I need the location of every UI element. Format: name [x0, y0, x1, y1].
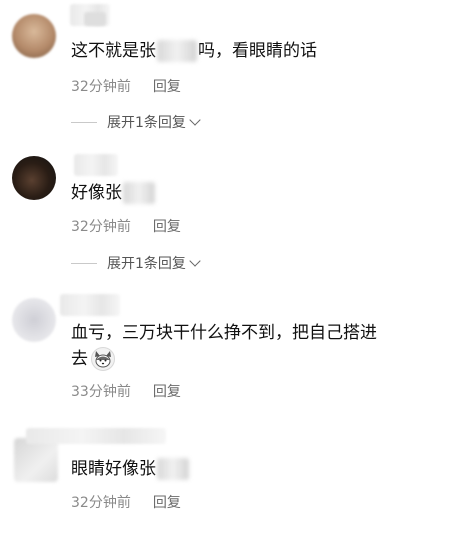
divider: [71, 262, 97, 264]
reply-button[interactable]: 回复: [153, 219, 181, 235]
comment-text-part: 这不就是张: [71, 41, 156, 61]
divider: [71, 121, 97, 123]
timestamp: 32分钟前: [71, 79, 131, 95]
username-blurred: [84, 12, 106, 26]
comment-text: 好像张: [71, 180, 442, 206]
comment-text: 血亏，三万块干什么挣不到，把自己搭进 去: [71, 320, 442, 372]
reply-button[interactable]: 回复: [153, 495, 181, 511]
avatar[interactable]: [12, 14, 56, 58]
censored-name: [157, 40, 197, 62]
timestamp: 32分钟前: [71, 495, 131, 511]
comment-text-part: 好像张: [71, 183, 122, 203]
chevron-down-icon: [189, 254, 201, 267]
timestamp: 33分钟前: [71, 384, 131, 400]
comment-item: 这不就是张 吗，看眼睛的话 32分钟前 回复 展开1条回复: [0, 0, 454, 140]
expand-replies-label: 展开1条回复: [107, 256, 186, 272]
censored-name: [157, 458, 189, 480]
comment-meta: 32分钟前 回复: [71, 492, 181, 512]
username-blurred[interactable]: [60, 294, 120, 316]
comment-text: 眼睛好像张: [71, 456, 442, 482]
comment-text-line-2: 去: [71, 346, 442, 372]
comment-meta: 32分钟前 回复: [71, 76, 181, 96]
expand-replies-label: 展开1条回复: [107, 115, 186, 131]
chevron-down-icon: [189, 113, 201, 126]
comment-item: 好像张 32分钟前 回复 展开1条回复: [0, 150, 454, 280]
expand-replies-button[interactable]: 展开1条回复: [71, 253, 201, 273]
reply-button[interactable]: 回复: [153, 384, 181, 400]
comment-text-part: 吗，看眼睛的话: [198, 41, 317, 61]
censored-name: [123, 182, 155, 204]
comment-text-part: 去: [71, 349, 88, 369]
comment-text: 这不就是张 吗，看眼睛的话: [71, 38, 442, 64]
timestamp: 32分钟前: [71, 219, 131, 235]
avatar[interactable]: [12, 156, 56, 200]
username-blurred[interactable]: [26, 428, 166, 444]
avatar[interactable]: [12, 298, 56, 342]
username-blurred[interactable]: [74, 154, 118, 176]
husky-emoji-icon: [91, 347, 115, 371]
reply-button[interactable]: 回复: [153, 79, 181, 95]
comment-text-line: 血亏，三万块干什么挣不到，把自己搭进: [71, 323, 377, 343]
expand-replies-button[interactable]: 展开1条回复: [71, 112, 201, 132]
comment-item: 血亏，三万块干什么挣不到，把自己搭进 去 33分钟前 回复: [0, 290, 454, 410]
comment-meta: 33分钟前 回复: [71, 381, 181, 401]
avatar[interactable]: [14, 438, 58, 482]
comment-meta: 32分钟前 回复: [71, 216, 181, 236]
comment-item: 眼睛好像张 32分钟前 回复: [0, 420, 454, 530]
comment-text-part: 眼睛好像张: [71, 459, 156, 479]
